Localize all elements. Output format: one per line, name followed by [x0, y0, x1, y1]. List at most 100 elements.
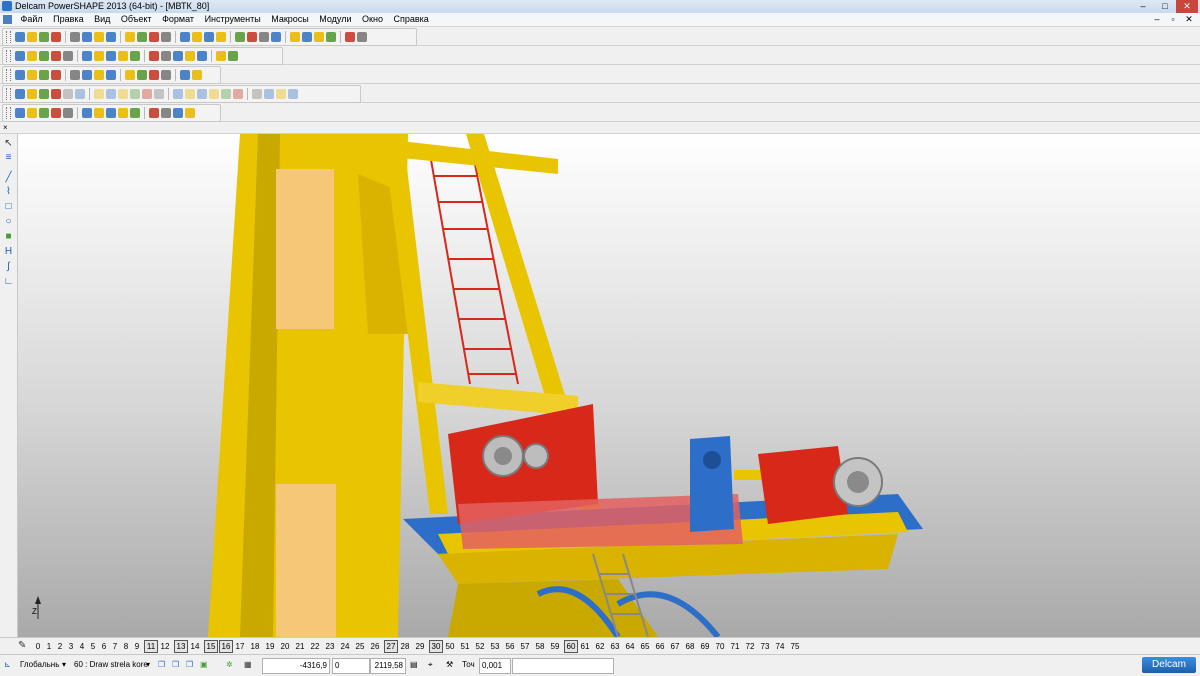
angle-icon[interactable]: ∟ [3, 276, 14, 287]
hammer-icon[interactable]: ⚒ [446, 658, 453, 672]
tb3-tool-icon-6[interactable] [94, 70, 104, 80]
menu-file[interactable]: Файл [17, 13, 47, 26]
tb5-tool-icon-7[interactable] [106, 108, 116, 118]
tb4-tool-icon-13[interactable] [185, 89, 195, 99]
graphics-viewport[interactable]: Z [18, 134, 1200, 637]
level-button-65[interactable]: 65 [639, 641, 651, 652]
tb1-tool-icon-13[interactable] [192, 32, 202, 42]
tb2-tool-icon-9[interactable] [130, 51, 140, 61]
workplane-icon[interactable]: ⊾ [4, 658, 11, 672]
tb3-tool-icon-4[interactable] [70, 70, 80, 80]
circle-icon[interactable]: ○ [3, 216, 14, 227]
level-button-51[interactable]: 51 [459, 641, 471, 652]
level-button-2[interactable]: 2 [56, 641, 64, 652]
level-button-14[interactable]: 14 [189, 641, 201, 652]
level-button-75[interactable]: 75 [789, 641, 801, 652]
tb5-tool-icon-12[interactable] [173, 108, 183, 118]
coord-y-field[interactable]: 0 [332, 658, 370, 674]
tb3-tool-icon-11[interactable] [161, 70, 171, 80]
level-button-30[interactable]: 30 [429, 640, 443, 653]
tb2-tool-icon-2[interactable] [39, 51, 49, 61]
tb3-tool-icon-12[interactable] [180, 70, 190, 80]
level-button-59[interactable]: 59 [549, 641, 561, 652]
tb4-tool-icon-19[interactable] [264, 89, 274, 99]
dimension-icon[interactable]: H [3, 246, 14, 257]
level-button-64[interactable]: 64 [624, 641, 636, 652]
level-button-72[interactable]: 72 [744, 641, 756, 652]
tb4-tool-icon-7[interactable] [106, 89, 116, 99]
tb1-tool-icon-12[interactable] [180, 32, 190, 42]
menu-object[interactable]: Объект [117, 13, 156, 26]
level-button-28[interactable]: 28 [399, 641, 411, 652]
level-button-6[interactable]: 6 [100, 641, 108, 652]
polyline-icon[interactable]: ⌇ [3, 186, 14, 197]
level-button-50[interactable]: 50 [444, 641, 456, 652]
tb4-tool-icon-10[interactable] [142, 89, 152, 99]
toolbar-grip-icon[interactable] [6, 50, 11, 62]
line-icon[interactable]: ╱ [3, 172, 14, 183]
tb3-tool-icon-8[interactable] [125, 70, 135, 80]
tb1-tool-icon-22[interactable] [314, 32, 324, 42]
menu-edit[interactable]: Правка [49, 13, 87, 26]
tb5-tool-icon-0[interactable] [15, 108, 25, 118]
toolbar-grip-icon[interactable] [6, 88, 11, 100]
levels-pencil-icon[interactable]: ✎ [18, 641, 28, 651]
tb4-tool-icon-3[interactable] [51, 89, 61, 99]
tb3-tool-icon-1[interactable] [27, 70, 37, 80]
level-button-11[interactable]: 11 [144, 640, 158, 653]
level-button-16[interactable]: 16 [219, 640, 233, 653]
tb4-tool-icon-6[interactable] [94, 89, 104, 99]
tb3-tool-icon-13[interactable] [192, 70, 202, 80]
tb1-tool-icon-10[interactable] [149, 32, 159, 42]
level-button-9[interactable]: 9 [133, 641, 141, 652]
coord-z-field[interactable]: 2119,58 [370, 658, 406, 674]
level-button-62[interactable]: 62 [594, 641, 606, 652]
tb2-tool-icon-10[interactable] [149, 51, 159, 61]
tb2-tool-icon-12[interactable] [173, 51, 183, 61]
tb1-tool-icon-2[interactable] [39, 32, 49, 42]
level-button-71[interactable]: 71 [729, 641, 741, 652]
tb2-tool-icon-11[interactable] [161, 51, 171, 61]
tb5-tool-icon-2[interactable] [39, 108, 49, 118]
menu-modules[interactable]: Модули [315, 13, 355, 26]
level-button-24[interactable]: 24 [339, 641, 351, 652]
tb4-tool-icon-1[interactable] [27, 89, 37, 99]
tb1-tool-icon-14[interactable] [204, 32, 214, 42]
tb1-tool-icon-5[interactable] [82, 32, 92, 42]
toolbar-grip-icon[interactable] [6, 69, 11, 81]
tb4-tool-icon-14[interactable] [197, 89, 207, 99]
level-button-5[interactable]: 5 [89, 641, 97, 652]
tb5-tool-icon-5[interactable] [82, 108, 92, 118]
relative-icon[interactable]: ⌖ [428, 658, 433, 672]
tb5-tool-icon-3[interactable] [51, 108, 61, 118]
level-button-23[interactable]: 23 [324, 641, 336, 652]
workplane-dropdown-icon[interactable]: ▾ [62, 658, 66, 672]
level-button-60[interactable]: 60 [564, 640, 578, 653]
level-button-63[interactable]: 63 [609, 641, 621, 652]
doc-close-button[interactable]: ✕ [1182, 13, 1196, 26]
tb4-tool-icon-20[interactable] [276, 89, 286, 99]
tb4-tool-icon-0[interactable] [15, 89, 25, 99]
level-button-26[interactable]: 26 [369, 641, 381, 652]
box-icon-3[interactable]: ❒ [186, 658, 193, 672]
tb1-tool-icon-7[interactable] [106, 32, 116, 42]
tb1-tool-icon-25[interactable] [357, 32, 367, 42]
level-button-57[interactable]: 57 [519, 641, 531, 652]
level-button-58[interactable]: 58 [534, 641, 546, 652]
maximize-button[interactable]: □ [1154, 0, 1176, 13]
box-icon-1[interactable]: ❒ [158, 658, 165, 672]
close-toolbar-icon[interactable]: × [3, 123, 8, 132]
tb5-tool-icon-13[interactable] [185, 108, 195, 118]
tb4-tool-icon-18[interactable] [252, 89, 262, 99]
tb3-tool-icon-5[interactable] [82, 70, 92, 80]
level-button-74[interactable]: 74 [774, 641, 786, 652]
level-button-19[interactable]: 19 [264, 641, 276, 652]
level-button-22[interactable]: 22 [309, 641, 321, 652]
tb2-tool-icon-13[interactable] [185, 51, 195, 61]
tb1-tool-icon-18[interactable] [259, 32, 269, 42]
box-icon-2[interactable]: ❒ [172, 658, 179, 672]
tb5-tool-icon-4[interactable] [63, 108, 73, 118]
level-button-66[interactable]: 66 [654, 641, 666, 652]
level-button-29[interactable]: 29 [414, 641, 426, 652]
tb2-tool-icon-8[interactable] [118, 51, 128, 61]
